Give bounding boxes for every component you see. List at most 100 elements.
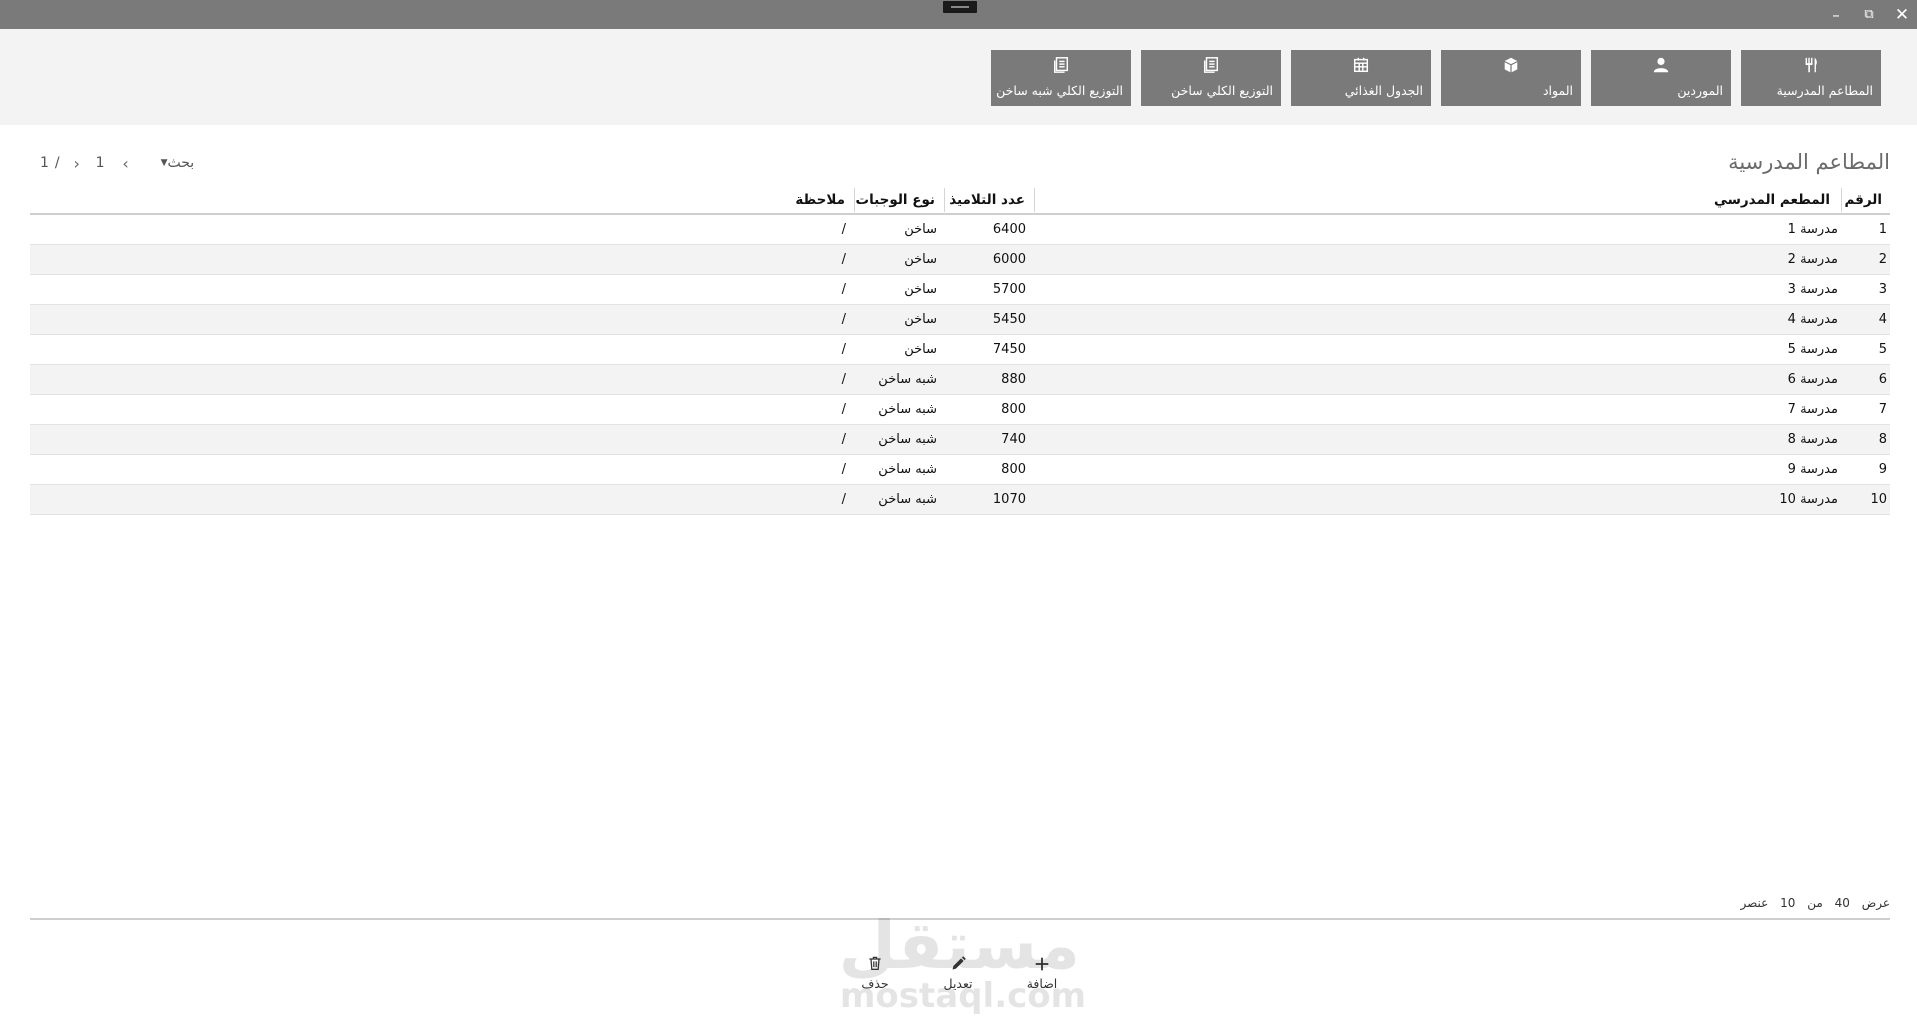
pager-current-page[interactable]: 1 [96, 155, 105, 171]
chevron-left-icon[interactable]: ‹ [119, 154, 133, 173]
page-title: المطاعم المدرسية [1728, 150, 1890, 174]
cell-number: 10 [1870, 492, 1887, 507]
cell-number: 2 [1878, 252, 1887, 267]
cell-note: / [841, 492, 846, 507]
delete-button[interactable]: حذف [853, 955, 897, 991]
cell-restaurant: مدرسة 9 [1787, 462, 1838, 477]
count-total: 10 [1780, 896, 1796, 910]
cell-number: 8 [1878, 432, 1887, 447]
nav-suppliers[interactable]: الموردين [1591, 50, 1731, 106]
nav-total-distribution-semi-hot[interactable]: التوزيع الكلي شبه ساخن [991, 50, 1131, 106]
nav-total-distribution-hot[interactable]: التوزيع الكلي ساخن [1141, 50, 1281, 106]
pagination: 1 / › 1 ‹ بحث ▼ [40, 152, 194, 174]
table-row[interactable]: 7 مدرسة 7 800 شبه ساخن / [30, 395, 1890, 425]
add-button[interactable]: اضافة [1020, 955, 1064, 991]
cell-meal-type: شبه ساخن [878, 372, 937, 387]
cell-note: / [841, 282, 846, 297]
column-separator[interactable] [1034, 188, 1035, 212]
cell-students: 5700 [992, 282, 1026, 297]
cell-number: 3 [1878, 282, 1887, 297]
pencil-icon [936, 955, 980, 975]
column-header-note[interactable]: ملاحظة [795, 186, 845, 214]
maximize-button[interactable]: ⧉ [1858, 5, 1880, 25]
window-title-bar[interactable]: – ⧉ ✕ [0, 0, 1917, 29]
search-label: بحث [167, 155, 195, 171]
trash-icon [853, 955, 897, 975]
cell-number: 1 [1878, 222, 1887, 237]
count-page-size: 40 [1834, 896, 1850, 910]
chevron-right-icon[interactable]: › [70, 154, 84, 173]
cell-number: 9 [1878, 462, 1887, 477]
pager-total-pages: 1 [40, 155, 49, 171]
minimize-button[interactable]: – [1825, 5, 1847, 25]
footer-divider [30, 918, 1890, 920]
column-header-number[interactable]: الرقم [1844, 186, 1882, 214]
table-row[interactable]: 3 مدرسة 3 5700 ساخن / [30, 275, 1890, 305]
edit-label: تعديل [943, 976, 973, 991]
document-icon [991, 56, 1131, 76]
cell-meal-type: ساخن [904, 222, 937, 237]
cell-students: 800 [1001, 462, 1026, 477]
cell-note: / [841, 252, 846, 267]
box-icon [1441, 56, 1581, 76]
table-row[interactable]: 4 مدرسة 4 5450 ساخن / [30, 305, 1890, 335]
cell-restaurant: مدرسة 6 [1787, 372, 1838, 387]
close-button[interactable]: ✕ [1891, 5, 1913, 25]
table-row[interactable]: 1 مدرسة 1 6400 ساخن / [30, 215, 1890, 245]
cell-number: 4 [1878, 312, 1887, 327]
pager-separator: / [54, 155, 60, 171]
nav-school-restaurants[interactable]: المطاعم المدرسية [1741, 50, 1881, 106]
cell-students: 6400 [992, 222, 1026, 237]
column-header-restaurant[interactable]: المطعم المدرسي [1714, 186, 1830, 214]
cell-meal-type: شبه ساخن [878, 432, 937, 447]
nav-label: الموردين [1677, 83, 1723, 98]
utensils-icon [1741, 56, 1881, 76]
column-separator[interactable] [944, 188, 945, 212]
nav-label: المطاعم المدرسية [1776, 83, 1873, 98]
cell-note: / [841, 432, 846, 447]
restaurants-table: الرقم المطعم المدرسي عدد التلاميذ نوع ال… [30, 186, 1890, 515]
cell-meal-type: شبه ساخن [878, 402, 937, 417]
caret-down-icon: ▼ [160, 158, 168, 168]
count-show-label: عرض [1861, 896, 1890, 910]
cell-meal-type: شبه ساخن [878, 492, 937, 507]
search-dropdown[interactable]: بحث ▼ [155, 155, 195, 171]
nav-food-schedule[interactable]: الجدول الغذائي [1291, 50, 1431, 106]
cell-restaurant: مدرسة 2 [1787, 252, 1838, 267]
count-of-label: من [1807, 896, 1823, 910]
column-separator[interactable] [1841, 188, 1842, 212]
table-row[interactable]: 2 مدرسة 2 6000 ساخن / [30, 245, 1890, 275]
cell-number: 7 [1878, 402, 1887, 417]
nav-label: المواد [1542, 83, 1573, 98]
nav-label: التوزيع الكلي ساخن [1171, 83, 1273, 98]
table-row[interactable]: 8 مدرسة 8 740 شبه ساخن / [30, 425, 1890, 455]
cell-restaurant: مدرسة 8 [1787, 432, 1838, 447]
cell-note: / [841, 462, 846, 477]
cell-students: 800 [1001, 402, 1026, 417]
cell-note: / [841, 312, 846, 327]
nav-materials[interactable]: المواد [1441, 50, 1581, 106]
cell-number: 5 [1878, 342, 1887, 357]
cell-meal-type: ساخن [904, 342, 937, 357]
table-row[interactable]: 10 مدرسة 10 1070 شبه ساخن / [30, 485, 1890, 515]
table-row[interactable]: 6 مدرسة 6 880 شبه ساخن / [30, 365, 1890, 395]
cell-note: / [841, 402, 846, 417]
edit-button[interactable]: تعديل [936, 955, 980, 991]
document-icon [1141, 56, 1281, 76]
table-row[interactable]: 9 مدرسة 9 800 شبه ساخن / [30, 455, 1890, 485]
table-row[interactable]: 5 مدرسة 5 7450 ساخن / [30, 335, 1890, 365]
cell-restaurant: مدرسة 1 [1787, 222, 1838, 237]
column-header-meal-type[interactable]: نوع الوجبات [856, 186, 936, 214]
plus-icon [1020, 955, 1064, 975]
column-separator[interactable] [854, 188, 855, 212]
record-count-info: عرض 40 من 10 عنصر [1732, 896, 1890, 910]
cell-meal-type: ساخن [904, 252, 937, 267]
title-grip[interactable] [943, 1, 977, 13]
cell-meal-type: ساخن [904, 282, 937, 297]
column-header-students[interactable]: عدد التلاميذ [949, 186, 1025, 214]
cell-meal-type: ساخن [904, 312, 937, 327]
cell-restaurant: مدرسة 4 [1787, 312, 1838, 327]
calendar-icon [1291, 56, 1431, 76]
cell-students: 7450 [992, 342, 1026, 357]
delete-label: حذف [861, 976, 889, 991]
